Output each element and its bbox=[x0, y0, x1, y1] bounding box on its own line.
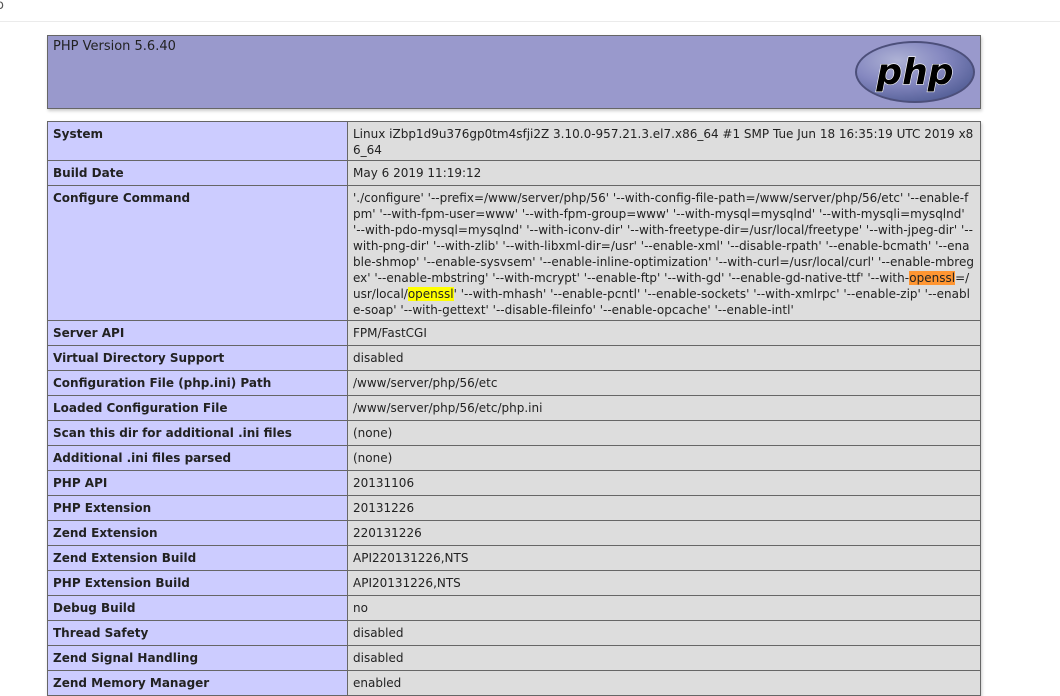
table-row: Zend Extension Build API220131226,NTS bbox=[47, 545, 981, 571]
table-row: Server API FPM/FastCGI bbox=[47, 320, 981, 346]
table-row: Thread Safety disabled bbox=[47, 620, 981, 646]
row-value: disabled bbox=[347, 645, 981, 671]
table-row: PHP Extension 20131226 bbox=[47, 495, 981, 521]
row-label: Thread Safety bbox=[47, 620, 348, 646]
row-value: 20131226 bbox=[347, 495, 981, 521]
row-value: May 6 2019 11:19:12 bbox=[347, 160, 981, 186]
php-logo-text: php bbox=[875, 52, 953, 93]
row-value: API220131226,NTS bbox=[347, 545, 981, 571]
page-title: PHP Version 5.6.40 bbox=[53, 39, 176, 54]
table-row: Debug Build no bbox=[47, 595, 981, 621]
row-value: /www/server/php/56/etc/php.ini bbox=[347, 395, 981, 421]
row-label: Zend Memory Manager bbox=[47, 670, 348, 696]
table-row: Virtual Directory Support disabled bbox=[47, 345, 981, 371]
table-row: Zend Extension 220131226 bbox=[47, 520, 981, 546]
table-row: Loaded Configuration File/www/server/php… bbox=[47, 395, 981, 421]
search-highlight-match: openssl bbox=[407, 287, 454, 301]
row-label: Zend Extension bbox=[47, 520, 348, 546]
row-value: FPM/FastCGI bbox=[347, 320, 981, 346]
row-value: 220131226 bbox=[347, 520, 981, 546]
row-label: Build Date bbox=[47, 160, 348, 186]
browser-top-strip: o bbox=[0, 0, 1060, 22]
table-row: Zend Signal Handling disabled bbox=[47, 645, 981, 671]
table-row: Zend Memory Manager enabled bbox=[47, 670, 981, 696]
table-row: Additional .ini files parsed (none) bbox=[47, 445, 981, 471]
row-value: /www/server/php/56/etc bbox=[347, 370, 981, 396]
table-row: Scan this dir for additional .ini files(… bbox=[47, 420, 981, 446]
row-value: enabled bbox=[347, 670, 981, 696]
row-value: no bbox=[347, 595, 981, 621]
table-row: Build Date May 6 2019 11:19:12 bbox=[47, 160, 981, 186]
row-value: (none) bbox=[347, 445, 981, 471]
row-label: Debug Build bbox=[47, 595, 348, 621]
row-label: Configuration File (php.ini) Path bbox=[47, 370, 348, 396]
row-label: PHP API bbox=[47, 470, 348, 496]
php-logo-icon[interactable]: php bbox=[854, 40, 976, 104]
row-label: Server API bbox=[47, 320, 348, 346]
row-label: System bbox=[47, 121, 348, 161]
row-label: Zend Extension Build bbox=[47, 545, 348, 571]
row-label: PHP Extension Build bbox=[47, 570, 348, 596]
table-row: Configure Command './configure' '--prefix… bbox=[47, 185, 981, 321]
row-value: disabled bbox=[347, 345, 981, 371]
corner-text-fragment: o bbox=[0, 0, 4, 13]
search-highlight-current: openssl bbox=[909, 271, 956, 285]
configure-text-segment: './configure' '--prefix=/www/server/php/… bbox=[353, 191, 974, 285]
row-label: Loaded Configuration File bbox=[47, 395, 348, 421]
row-label: Zend Signal Handling bbox=[47, 645, 348, 671]
row-value: './configure' '--prefix=/www/server/php/… bbox=[347, 185, 981, 321]
row-value: Linux iZbp1d9u376gp0tm4sfji2Z 3.10.0-957… bbox=[347, 121, 981, 161]
table-row: PHP API 20131106 bbox=[47, 470, 981, 496]
php-info-table: System Linux iZbp1d9u376gp0tm4sfji2Z 3.10… bbox=[47, 121, 981, 696]
table-row: System Linux iZbp1d9u376gp0tm4sfji2Z 3.10… bbox=[47, 121, 981, 161]
table-row: PHP Extension Build API20131226,NTS bbox=[47, 570, 981, 596]
row-value: disabled bbox=[347, 620, 981, 646]
row-label: Additional .ini files parsed bbox=[47, 445, 348, 471]
table-row: Configuration File (php.ini) Path/www/se… bbox=[47, 370, 981, 396]
row-label: PHP Extension bbox=[47, 495, 348, 521]
php-version-header: PHP Version 5.6.40 php bbox=[47, 35, 981, 109]
row-label: Scan this dir for additional .ini files bbox=[47, 420, 348, 446]
row-value: API20131226,NTS bbox=[347, 570, 981, 596]
row-label: Configure Command bbox=[47, 185, 348, 321]
row-label: Virtual Directory Support bbox=[47, 345, 348, 371]
row-value: (none) bbox=[347, 420, 981, 446]
row-value: 20131106 bbox=[347, 470, 981, 496]
